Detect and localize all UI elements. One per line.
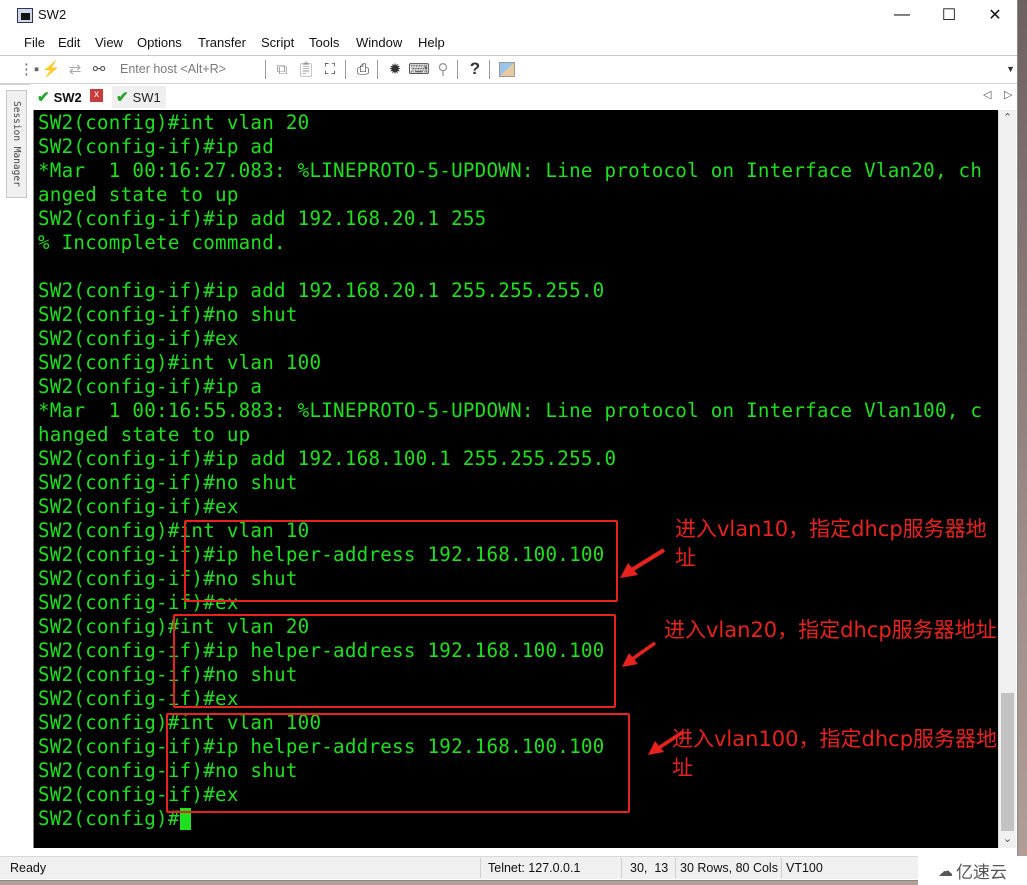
keymap-icon[interactable]: ⌨ bbox=[408, 60, 430, 78]
settings-icon[interactable]: ✹ bbox=[386, 60, 404, 78]
terminal-scrollbar[interactable]: ⌃ ⌄ bbox=[998, 110, 1016, 848]
status-terminal-size: 30 Rows, 80 Cols bbox=[680, 861, 778, 875]
annotation-arrow-icon bbox=[622, 641, 657, 667]
minimize-button[interactable]: — bbox=[879, 0, 925, 30]
maximize-button[interactable]: ☐ bbox=[926, 0, 972, 30]
scroll-up-icon[interactable]: ⌃ bbox=[999, 110, 1016, 127]
toolbar-dropdown-icon[interactable]: ▼ bbox=[1006, 64, 1015, 74]
menu-script[interactable]: Script bbox=[261, 35, 294, 50]
connected-check-icon: ✔ bbox=[116, 89, 129, 106]
terminal-line: anged state to up bbox=[38, 183, 239, 206]
terminal-line: hanged state to up bbox=[38, 423, 251, 446]
reconnect-icon[interactable]: ⇄ bbox=[66, 60, 84, 78]
tab-label: SW1 bbox=[132, 89, 161, 105]
status-separator bbox=[621, 858, 622, 878]
status-bar: Ready Telnet: 127.0.0.1 30, 13 30 Rows, … bbox=[0, 856, 1017, 879]
terminal-line: SW2(config)#int vlan 20 bbox=[38, 111, 310, 134]
terminal-line: SW2(config-if)#ip a bbox=[38, 375, 263, 398]
status-separator bbox=[781, 858, 782, 878]
watermark-logo: ☁ 亿速云 bbox=[918, 856, 1027, 885]
disconnect-icon[interactable]: ⚯ bbox=[90, 60, 108, 78]
session-manager-tab[interactable]: Session Manager bbox=[6, 90, 27, 198]
print-icon[interactable]: ⎙ bbox=[354, 60, 372, 78]
menu-bar: File Edit View Options Transfer Script T… bbox=[0, 31, 1017, 56]
title-bar: SW2 — ☐ ✕ bbox=[0, 0, 1017, 30]
status-separator bbox=[480, 858, 481, 878]
help-icon[interactable]: ? bbox=[466, 59, 484, 78]
highlight-box-vlan10 bbox=[184, 520, 618, 602]
annotation-vlan100: 进入vlan100，指定dhcp服务器地址 bbox=[672, 727, 998, 780]
toolbar-separator bbox=[377, 60, 378, 79]
terminal-line: SW2(config-if)#ip ad bbox=[38, 135, 275, 158]
status-connection: Telnet: 127.0.0.1 bbox=[488, 861, 581, 875]
toolbar-separator bbox=[265, 60, 266, 79]
tab-close-icon[interactable]: x bbox=[90, 89, 103, 102]
connect-bar-icon[interactable]: ⋮▪ bbox=[19, 60, 39, 78]
terminal-line: SW2(config)#int vlan 100 bbox=[38, 351, 322, 374]
menu-file[interactable]: File bbox=[24, 35, 45, 50]
status-emulation: VT100 bbox=[786, 861, 823, 875]
watermark-text: 亿速云 bbox=[956, 863, 1007, 882]
status-separator bbox=[675, 858, 676, 878]
menu-tools[interactable]: Tools bbox=[309, 35, 339, 50]
highlight-box-vlan100 bbox=[166, 713, 630, 813]
minimize-icon: — bbox=[894, 6, 910, 23]
close-icon: ✕ bbox=[988, 7, 1002, 24]
terminal-line: *Mar 1 00:16:55.883: %LINEPROTO-5-UPDOWN… bbox=[38, 399, 983, 422]
cloud-logo-icon: ☁ bbox=[938, 862, 953, 880]
terminal-line: SW2(config-if)#ex bbox=[38, 327, 239, 350]
session-tabs: ✔ SW2 ✔ SW1 bbox=[30, 84, 1017, 109]
tab-next-icon[interactable]: ▷ bbox=[1004, 88, 1012, 101]
terminal-line: SW2(config-if)#no shut bbox=[38, 471, 298, 494]
tab-label: SW2 bbox=[53, 89, 82, 105]
securecrt-window: SW2 — ☐ ✕ File Edit View Options Transfe… bbox=[0, 0, 1018, 881]
copy-icon[interactable]: ⧉ bbox=[273, 60, 291, 78]
status-ready: Ready bbox=[10, 861, 47, 875]
find-icon[interactable]: ⛶ bbox=[321, 60, 339, 78]
terminal-line: % Incomplete command. bbox=[38, 231, 286, 254]
toolbar: ⋮▪ ⚡ ⇄ ⚯ ⧉ 📋︎ ⛶ ⎙ ✹ ⌨ ⚲ ? ▼ bbox=[0, 56, 1017, 85]
terminal-line: *Mar 1 00:16:27.083: %LINEPROTO-5-UPDOWN… bbox=[38, 159, 983, 182]
terminal-line: SW2(config-if)#ip add 192.168.20.1 255.2… bbox=[38, 279, 605, 302]
scrollbar-thumb[interactable] bbox=[1001, 693, 1014, 831]
toolbar-separator bbox=[489, 60, 490, 79]
menu-view[interactable]: View bbox=[95, 35, 123, 50]
menu-transfer[interactable]: Transfer bbox=[198, 35, 246, 50]
host-input[interactable] bbox=[114, 59, 266, 79]
menu-edit[interactable]: Edit bbox=[58, 35, 80, 50]
annotation-arrow-icon bbox=[620, 548, 666, 578]
secure-file-icon[interactable] bbox=[498, 60, 516, 78]
key-agent-icon[interactable]: ⚲ bbox=[434, 60, 452, 78]
annotation-vlan10: 进入vlan10，指定dhcp服务器地址 bbox=[675, 517, 987, 570]
menu-options[interactable]: Options bbox=[137, 35, 182, 50]
tab-prev-icon[interactable]: ◁ bbox=[983, 88, 991, 101]
toolbar-separator bbox=[345, 60, 346, 79]
annotation-vlan20: 进入vlan20，指定dhcp服务器地址 bbox=[664, 618, 997, 642]
app-icon bbox=[17, 8, 33, 23]
terminal-line: SW2(config-if)#ip add 192.168.20.1 255 bbox=[38, 207, 487, 230]
menu-help[interactable]: Help bbox=[418, 35, 445, 50]
connected-check-icon: ✔ bbox=[37, 89, 50, 106]
window-title: SW2 bbox=[38, 7, 67, 22]
toolbar-separator bbox=[457, 60, 458, 79]
menu-window[interactable]: Window bbox=[356, 35, 402, 50]
tab-sw1[interactable]: ✔ SW1 bbox=[112, 86, 166, 108]
terminal-screen[interactable]: SW2(config)#int vlan 20 SW2(config-if)#ip… bbox=[33, 110, 999, 848]
terminal-line: SW2(config-if)#ip add 192.168.100.1 255.… bbox=[38, 447, 617, 470]
paste-icon[interactable]: 📋︎ bbox=[296, 60, 315, 78]
scroll-down-icon[interactable]: ⌄ bbox=[999, 831, 1016, 848]
status-cursor-position: 30, 13 bbox=[630, 861, 669, 875]
maximize-icon: ☐ bbox=[941, 7, 957, 24]
terminal-line: SW2(config-if)#no shut bbox=[38, 303, 298, 326]
quick-connect-icon[interactable]: ⚡ bbox=[42, 60, 61, 78]
highlight-box-vlan20 bbox=[173, 614, 616, 708]
close-button[interactable]: ✕ bbox=[972, 0, 1018, 30]
